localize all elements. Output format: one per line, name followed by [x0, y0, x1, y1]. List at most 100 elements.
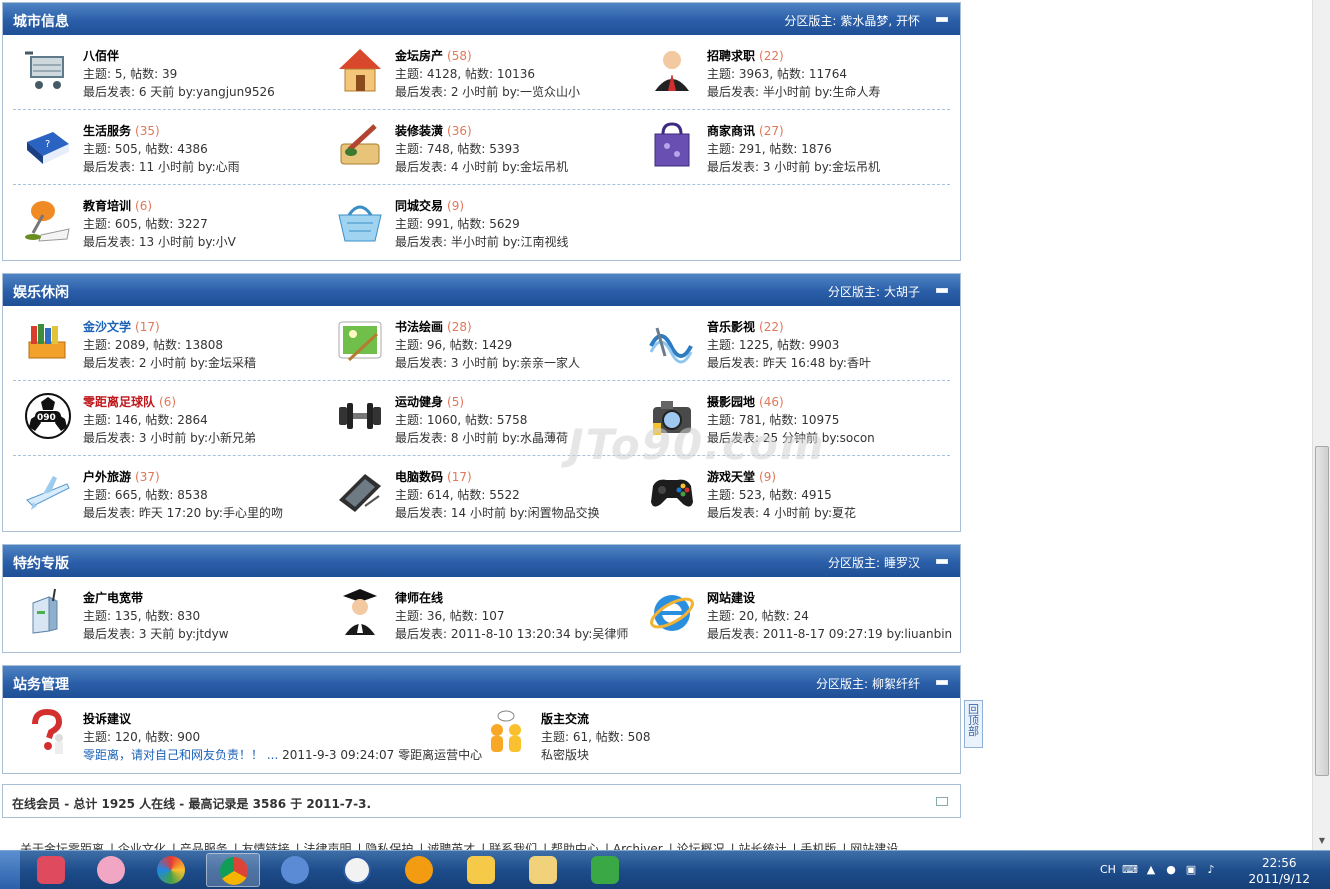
section-header[interactable]: 城市信息 分区版主: 紫水晶梦, 开怀 [3, 3, 960, 35]
basket-icon[interactable] [335, 195, 385, 245]
volume-icon[interactable]: ♪ [1204, 863, 1218, 877]
forum-last-post[interactable]: 最后发表: 13 小时前 by:小V [83, 233, 236, 250]
footer-link[interactable]: Archiver [613, 842, 663, 850]
section-title[interactable]: 特约专版 [13, 553, 69, 573]
collapse-icon[interactable] [936, 680, 948, 685]
forum-name[interactable]: 音乐影视 (22) [707, 318, 784, 335]
show-hidden-icons-icon[interactable]: ▲ [1144, 863, 1158, 877]
forum-last-post[interactable]: 最后发表: 3 小时前 by:金坛吊机 [707, 158, 880, 175]
forum-last-post[interactable]: 最后发表: 2 小时前 by:一览众山小 [395, 83, 580, 100]
forum-name[interactable]: 生活服务 (35) [83, 122, 160, 139]
dumbbell-icon[interactable] [335, 391, 385, 441]
scroll-thumb[interactable] [1315, 446, 1329, 776]
footer-link[interactable]: 网站建设 [850, 842, 898, 850]
section-title[interactable]: 城市信息 [13, 11, 69, 31]
section-header[interactable]: 特约专版 分区版主: 睡罗汉 [3, 545, 960, 577]
start-button[interactable] [0, 851, 20, 889]
forum-last-post[interactable]: 最后发表: 3 天前 by:jtdyw [83, 625, 229, 642]
forum-last-post[interactable]: 最后发表: 2011-8-17 09:27:19 by:liuanbin [707, 625, 952, 642]
forum-last-post[interactable]: 最后发表: 6 天前 by:yangjun9526 [83, 83, 275, 100]
airplane-icon[interactable] [23, 466, 73, 516]
collapse-icon[interactable] [936, 288, 948, 293]
music-wave-icon[interactable] [647, 316, 697, 366]
footer-link[interactable]: 手机版 [800, 842, 836, 850]
back-to-top-button[interactable]: 回顶部 [964, 700, 983, 748]
shopping-bag-icon[interactable] [647, 120, 697, 170]
forum-last-post[interactable]: 最后发表: 昨天 16:48 by:香叶 [707, 354, 871, 371]
forum-name[interactable]: 版主交流 [541, 710, 589, 727]
chat-people-icon[interactable] [481, 708, 531, 758]
keyboard-icon[interactable]: ⌨ [1122, 863, 1138, 877]
taskbar-app[interactable] [268, 853, 322, 887]
forum-last-post[interactable]: 最后发表: 昨天 17:20 by:手心里的吻 [83, 504, 283, 521]
section-title[interactable]: 站务管理 [13, 674, 69, 694]
footer-link[interactable]: 产品服务 [180, 842, 228, 850]
forum-last-post[interactable]: 最后发表: 8 小时前 by:水晶薄荷 [395, 429, 568, 446]
scroll-down-arrow-icon[interactable]: ▼ [1315, 834, 1329, 848]
books-icon[interactable] [23, 316, 73, 366]
collapse-icon[interactable] [936, 559, 948, 564]
desk-lamp-icon[interactable] [23, 195, 73, 245]
qq-icon[interactable]: ● [1164, 863, 1178, 877]
router-icon[interactable] [23, 587, 73, 637]
language-indicator[interactable]: CH [1100, 863, 1116, 876]
collapse-icon[interactable] [936, 17, 948, 22]
question-mark-icon[interactable] [23, 708, 73, 758]
footer-link[interactable]: 帮助中心 [551, 842, 599, 850]
forum-last-post[interactable]: 最后发表: 4 小时前 by:金坛吊机 [395, 158, 568, 175]
painting-icon[interactable] [335, 316, 385, 366]
forum-name[interactable]: 八佰伴 [83, 47, 119, 64]
section-header[interactable]: 娱乐休闲 分区版主: 大胡子 [3, 274, 960, 306]
expand-icon[interactable] [936, 797, 948, 806]
forum-name[interactable]: 招聘求职 (22) [707, 47, 784, 64]
taskbar-app[interactable] [516, 853, 570, 887]
forum-name[interactable]: 同城交易 (9) [395, 197, 464, 214]
forum-name[interactable]: 网站建设 [707, 589, 755, 606]
forum-last-post[interactable]: 最后发表: 半小时前 by:生命人寿 [707, 83, 881, 100]
forum-name[interactable]: 投诉建议 [83, 710, 131, 727]
tablet-icon[interactable] [335, 466, 385, 516]
footer-link[interactable]: 法律声明 [304, 842, 352, 850]
section-title[interactable]: 娱乐休闲 [13, 282, 69, 302]
forum-name[interactable]: 摄影园地 (46) [707, 393, 784, 410]
forum-name[interactable]: 游戏天堂 (9) [707, 468, 776, 485]
lawyer-icon[interactable] [335, 587, 385, 637]
forum-name[interactable]: 电脑数码 (17) [395, 468, 472, 485]
taskbar-app[interactable] [144, 853, 198, 887]
forum-last-post[interactable]: 最后发表: 11 小时前 by:心雨 [83, 158, 240, 175]
forum-last-post[interactable]: 最后发表: 半小时前 by:江南视线 [395, 233, 569, 250]
footer-link[interactable]: 论坛概况 [677, 842, 725, 850]
section-header[interactable]: 站务管理 分区版主: 柳絮纤纤 [3, 666, 960, 698]
forum-name[interactable]: 金沙文学 (17) [83, 318, 160, 335]
forum-name[interactable]: 零距离足球队 (6) [83, 393, 176, 410]
last-post-link[interactable]: 零距离，请对自己和网友负责！！ ... [83, 748, 278, 762]
forum-name[interactable]: 装修装潢 (36) [395, 122, 472, 139]
soccer-ball-icon[interactable]: 090 [23, 391, 73, 441]
forum-last-post[interactable]: 最后发表: 2 小时前 by:金坛采穑 [83, 354, 256, 371]
forum-name[interactable]: 运动健身 (5) [395, 393, 464, 410]
footer-link[interactable]: 关于金坛零距离 [20, 842, 104, 850]
forum-last-post[interactable]: 最后发表: 3 小时前 by:亲亲一家人 [395, 354, 580, 371]
footer-link[interactable]: 隐私保护 [365, 842, 413, 850]
businessman-icon[interactable] [647, 45, 697, 95]
forum-last-post[interactable]: 最后发表: 14 小时前 by:闲置物品交换 [395, 504, 600, 521]
forum-last-post[interactable]: 最后发表: 3 小时前 by:小新兄弟 [83, 429, 256, 446]
vertical-scrollbar[interactable]: ▼ [1312, 0, 1330, 850]
forum-name[interactable]: 户外旅游 (37) [83, 468, 160, 485]
forum-name[interactable]: 金坛房产 (58) [395, 47, 472, 64]
footer-link[interactable]: 站长统计 [738, 842, 786, 850]
forum-name[interactable]: 金广电宽带 [83, 589, 143, 606]
taskbar-app[interactable] [454, 853, 508, 887]
taskbar-app-chrome[interactable] [206, 853, 260, 887]
forum-name[interactable]: 教育培训 (6) [83, 197, 152, 214]
forum-name[interactable]: 律师在线 [395, 589, 443, 606]
forum-last-post[interactable]: 最后发表: 4 小时前 by:夏花 [707, 504, 856, 521]
taskbar-app[interactable] [392, 853, 446, 887]
footer-link[interactable]: 企业文化 [118, 842, 166, 850]
footer-link[interactable]: 联系我们 [489, 842, 537, 850]
forum-last-post[interactable]: 最后发表: 2011-8-10 13:20:34 by:吴律师 [395, 625, 628, 642]
house-icon[interactable] [335, 45, 385, 95]
taskbar-app[interactable] [84, 853, 138, 887]
paint-brush-icon[interactable] [335, 120, 385, 170]
taskbar-app[interactable] [330, 853, 384, 887]
